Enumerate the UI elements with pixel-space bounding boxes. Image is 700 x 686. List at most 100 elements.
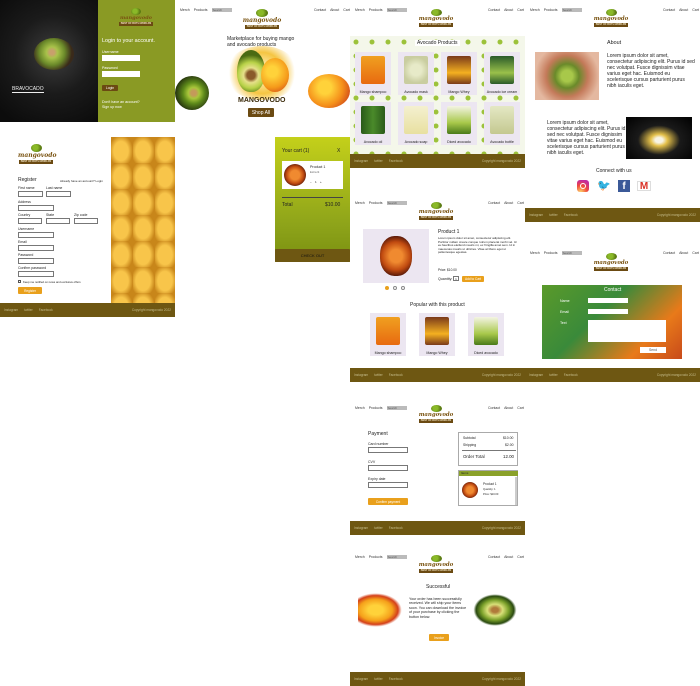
footer-twitter[interactable]: twitter <box>374 526 383 530</box>
nav-products[interactable]: Products <box>544 8 558 12</box>
cart-qty-minus[interactable]: − <box>310 180 312 184</box>
contact-email-input[interactable] <box>588 309 628 314</box>
nav-merch[interactable]: Merch <box>355 201 365 205</box>
notify-checkbox[interactable] <box>18 280 21 283</box>
nav-contact[interactable]: Contact <box>488 201 500 205</box>
product-card[interactable]: Avocado mask <box>398 52 434 95</box>
cart-close-icon[interactable]: X <box>337 148 340 154</box>
footer-twitter[interactable]: twitter <box>374 159 383 163</box>
expiry-input[interactable] <box>368 482 408 488</box>
footer-facebook[interactable]: Facebook <box>39 308 53 312</box>
checkout-button[interactable]: CHECK OUT <box>275 249 350 262</box>
instagram-icon[interactable] <box>577 180 589 192</box>
nav-cart[interactable]: Cart <box>517 201 524 205</box>
nav-merch[interactable]: Merch <box>355 8 365 12</box>
nav-contact[interactable]: Contact <box>488 555 500 559</box>
popular-card[interactable]: Mango Whey <box>419 313 455 356</box>
footer-facebook[interactable]: Facebook <box>389 159 403 163</box>
footer-twitter[interactable]: twitter <box>549 213 558 217</box>
nav-cart[interactable]: Cart <box>692 8 699 12</box>
last-name-input[interactable] <box>46 191 71 197</box>
address-input[interactable] <box>18 205 54 211</box>
footer-twitter[interactable]: twitter <box>374 373 383 377</box>
username-input[interactable] <box>102 55 140 61</box>
facebook-icon[interactable]: f <box>618 180 630 192</box>
twitter-icon[interactable]: 🐦 <box>597 180 611 192</box>
contact-text-area[interactable] <box>588 320 666 342</box>
footer-instagram[interactable]: Instagram <box>354 677 368 681</box>
username-input[interactable] <box>18 232 54 238</box>
footer-facebook[interactable]: Facebook <box>389 373 403 377</box>
footer-twitter[interactable]: twitter <box>374 677 383 681</box>
password-input[interactable] <box>102 71 140 77</box>
product-card[interactable]: Avocado oil <box>355 102 391 145</box>
popular-card[interactable]: Mango shampoo <box>370 313 406 356</box>
footer-twitter[interactable]: twitter <box>549 373 558 377</box>
nav-contact[interactable]: Contact <box>663 251 675 255</box>
nav-cart[interactable]: Cart <box>343 8 350 12</box>
confirm-password-input[interactable] <box>18 271 54 277</box>
nav-merch[interactable]: Merch <box>530 8 540 12</box>
search-input[interactable]: Search <box>211 8 232 12</box>
nav-about[interactable]: About <box>679 251 688 255</box>
product-card[interactable]: Mango Whey <box>441 52 477 95</box>
quantity-input[interactable]: 1 <box>453 276 459 281</box>
sign-up-link[interactable]: Sign up now <box>102 105 122 109</box>
search-input[interactable]: Search <box>386 406 407 410</box>
product-card[interactable]: Diced avocado <box>441 102 477 145</box>
state-input[interactable] <box>46 218 70 224</box>
nav-about[interactable]: About <box>504 555 513 559</box>
nav-merch[interactable]: Merch <box>530 251 540 255</box>
nav-about[interactable]: About <box>679 8 688 12</box>
footer-instagram[interactable]: Instagram <box>4 308 18 312</box>
nav-about[interactable]: About <box>330 8 339 12</box>
cart-qty-plus[interactable]: + <box>320 180 322 184</box>
search-input[interactable]: Search <box>561 251 582 255</box>
invoice-button[interactable]: Invoice <box>429 634 449 641</box>
password-input[interactable] <box>18 258 54 264</box>
footer-instagram[interactable]: Instagram <box>354 526 368 530</box>
register-button[interactable]: Register <box>18 287 42 294</box>
nav-contact[interactable]: Contact <box>663 8 675 12</box>
send-button[interactable]: Send <box>640 347 666 353</box>
footer-instagram[interactable]: Instagram <box>529 213 543 217</box>
add-to-cart-button[interactable]: Add to Cart <box>462 276 484 282</box>
items-scrollbar[interactable] <box>515 477 517 505</box>
login-link[interactable]: Already have an account? Login <box>60 179 103 183</box>
country-input[interactable] <box>18 218 42 224</box>
nav-merch[interactable]: Merch <box>355 406 365 410</box>
nav-products[interactable]: Products <box>544 251 558 255</box>
nav-merch[interactable]: Merch <box>180 8 190 12</box>
nav-contact[interactable]: Contact <box>314 8 326 12</box>
card-number-input[interactable] <box>368 447 408 453</box>
footer-twitter[interactable]: twitter <box>24 308 33 312</box>
email-input[interactable] <box>18 245 54 251</box>
nav-contact[interactable]: Contact <box>488 406 500 410</box>
product-card[interactable]: Avocado soap <box>398 102 434 145</box>
nav-products[interactable]: Products <box>369 406 383 410</box>
nav-cart[interactable]: Cart <box>517 8 524 12</box>
confirm-payment-button[interactable]: Confirm payment <box>368 498 408 505</box>
carousel-dot-1[interactable] <box>385 286 389 290</box>
nav-about[interactable]: About <box>504 8 513 12</box>
product-card[interactable]: Avocado bottle <box>484 102 520 145</box>
footer-facebook[interactable]: Facebook <box>389 677 403 681</box>
nav-contact[interactable]: Contact <box>488 8 500 12</box>
shop-all-button[interactable]: Shop All <box>248 108 274 117</box>
footer-instagram[interactable]: Instagram <box>354 159 368 163</box>
nav-about[interactable]: About <box>504 406 513 410</box>
footer-facebook[interactable]: Facebook <box>564 373 578 377</box>
contact-name-input[interactable] <box>588 298 628 303</box>
nav-about[interactable]: About <box>504 201 513 205</box>
search-input[interactable]: Search <box>386 8 407 12</box>
product-card[interactable]: Mango shampoo <box>355 52 391 95</box>
nav-merch[interactable]: Merch <box>355 555 365 559</box>
footer-facebook[interactable]: Facebook <box>564 213 578 217</box>
cvv-input[interactable] <box>368 465 408 471</box>
nav-products[interactable]: Products <box>194 8 208 12</box>
nav-products[interactable]: Products <box>369 201 383 205</box>
nav-products[interactable]: Products <box>369 555 383 559</box>
carousel-dot-3[interactable] <box>401 286 405 290</box>
login-button[interactable]: Login <box>102 85 118 91</box>
footer-facebook[interactable]: Facebook <box>389 526 403 530</box>
